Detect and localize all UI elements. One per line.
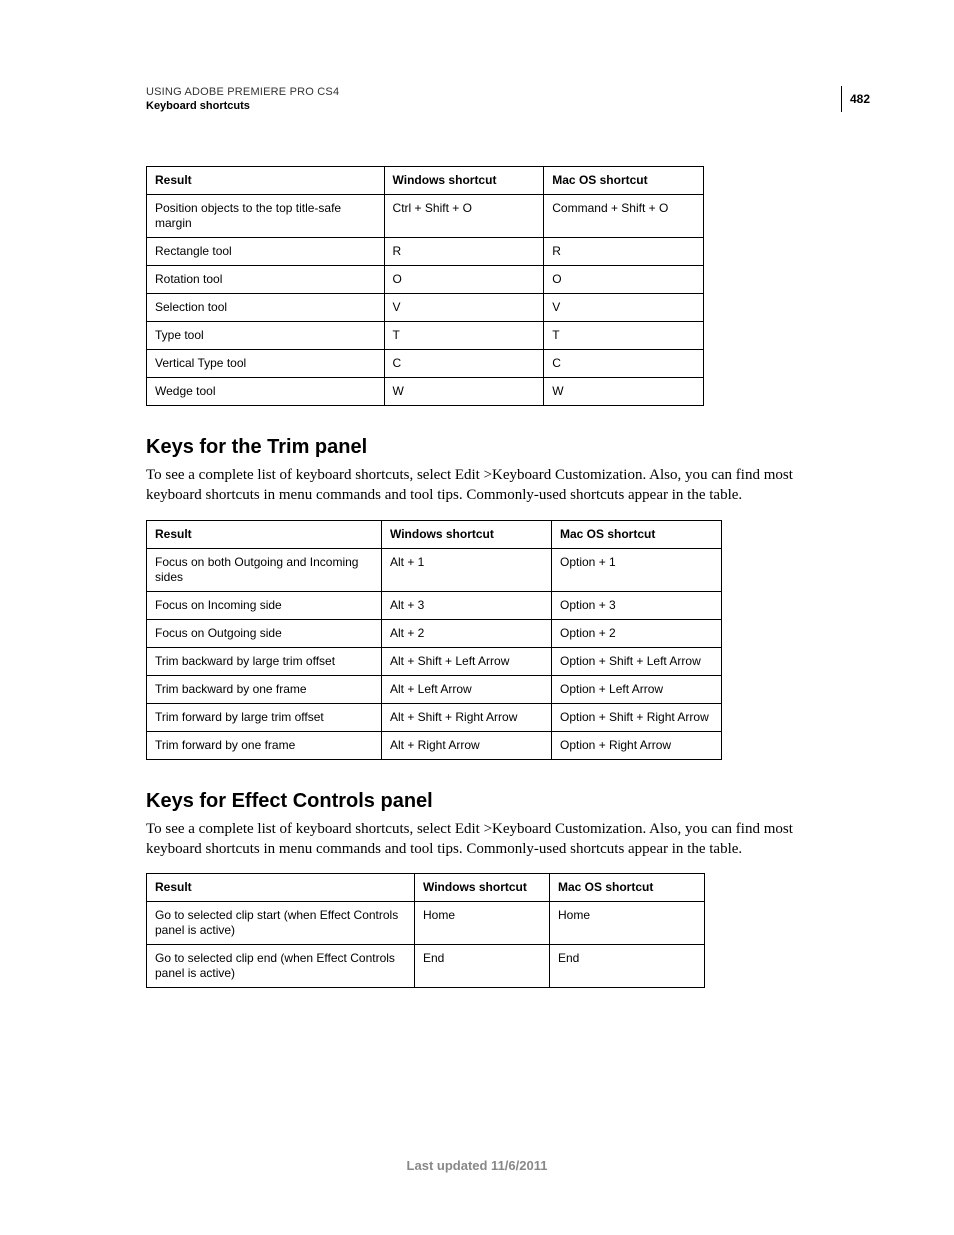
cell-win: Alt + Right Arrow	[382, 731, 552, 759]
cell-mac: V	[544, 294, 704, 322]
cell-result: Trim backward by one frame	[147, 675, 382, 703]
cell-result: Trim backward by large trim offset	[147, 647, 382, 675]
cell-result: Vertical Type tool	[147, 350, 385, 378]
cell-result: Position objects to the top title-safe m…	[147, 195, 385, 238]
cell-win: V	[384, 294, 544, 322]
cell-win: Alt + Shift + Left Arrow	[382, 647, 552, 675]
table-row: Trim forward by large trim offset Alt + …	[147, 703, 722, 731]
cell-mac: Option + 1	[552, 548, 722, 591]
cell-win: Home	[415, 902, 550, 945]
cell-mac: Option + Shift + Left Arrow	[552, 647, 722, 675]
section-intro-trim: To see a complete list of keyboard short…	[146, 465, 836, 506]
cell-win: W	[384, 378, 544, 406]
cell-mac: Command + Shift + O	[544, 195, 704, 238]
table-row: Go to selected clip start (when Effect C…	[147, 902, 705, 945]
col-header-result: Result	[147, 874, 415, 902]
table-row: Position objects to the top title-safe m…	[147, 195, 704, 238]
page-number-rule	[841, 86, 842, 112]
col-header-mac: Mac OS shortcut	[544, 167, 704, 195]
cell-result: Trim forward by large trim offset	[147, 703, 382, 731]
col-header-win: Windows shortcut	[415, 874, 550, 902]
cell-result: Focus on Outgoing side	[147, 619, 382, 647]
cell-win: C	[384, 350, 544, 378]
col-header-win: Windows shortcut	[382, 520, 552, 548]
cell-win: O	[384, 266, 544, 294]
table-header-row: Result Windows shortcut Mac OS shortcut	[147, 167, 704, 195]
cell-win: Ctrl + Shift + O	[384, 195, 544, 238]
cell-result: Go to selected clip end (when Effect Con…	[147, 945, 415, 988]
cell-result: Go to selected clip start (when Effect C…	[147, 902, 415, 945]
table-row: Rectangle tool R R	[147, 238, 704, 266]
table-row: Focus on Incoming side Alt + 3 Option + …	[147, 591, 722, 619]
cell-result: Type tool	[147, 322, 385, 350]
trim-shortcuts-table: Result Windows shortcut Mac OS shortcut …	[146, 520, 722, 760]
table-row: Focus on both Outgoing and Incoming side…	[147, 548, 722, 591]
section-title-trim: Keys for the Trim panel	[146, 436, 870, 459]
page-number-wrap: 482	[841, 86, 870, 112]
cell-mac: W	[544, 378, 704, 406]
table-row: Wedge tool W W	[147, 378, 704, 406]
cell-result: Focus on both Outgoing and Incoming side…	[147, 548, 382, 591]
trim-shortcuts-table-block: Result Windows shortcut Mac OS shortcut …	[146, 520, 870, 760]
section-intro-effect: To see a complete list of keyboard short…	[146, 819, 836, 860]
cell-result: Focus on Incoming side	[147, 591, 382, 619]
cell-win: R	[384, 238, 544, 266]
col-header-mac: Mac OS shortcut	[550, 874, 705, 902]
cell-win: Alt + Left Arrow	[382, 675, 552, 703]
table-header-row: Result Windows shortcut Mac OS shortcut	[147, 520, 722, 548]
effect-shortcuts-table-block: Result Windows shortcut Mac OS shortcut …	[146, 873, 870, 988]
cell-win: Alt + Shift + Right Arrow	[382, 703, 552, 731]
col-header-win: Windows shortcut	[384, 167, 544, 195]
col-header-result: Result	[147, 167, 385, 195]
cell-win: End	[415, 945, 550, 988]
table-header-row: Result Windows shortcut Mac OS shortcut	[147, 874, 705, 902]
titler-shortcuts-table: Result Windows shortcut Mac OS shortcut …	[146, 166, 704, 406]
cell-win: Alt + 3	[382, 591, 552, 619]
cell-mac: T	[544, 322, 704, 350]
cell-result: Rotation tool	[147, 266, 385, 294]
cell-mac: R	[544, 238, 704, 266]
table-row: Vertical Type tool C C	[147, 350, 704, 378]
footer-last-updated: Last updated 11/6/2011	[0, 1158, 954, 1173]
titler-shortcuts-table-block: Result Windows shortcut Mac OS shortcut …	[146, 166, 870, 406]
cell-mac: Option + 2	[552, 619, 722, 647]
page: 482 USING ADOBE PREMIERE PRO CS4 Keyboar…	[0, 0, 954, 1235]
cell-result: Trim forward by one frame	[147, 731, 382, 759]
table-row: Trim backward by large trim offset Alt +…	[147, 647, 722, 675]
col-header-result: Result	[147, 520, 382, 548]
table-row: Trim backward by one frame Alt + Left Ar…	[147, 675, 722, 703]
cell-result: Rectangle tool	[147, 238, 385, 266]
cell-mac: Home	[550, 902, 705, 945]
cell-result: Selection tool	[147, 294, 385, 322]
table-row: Selection tool V V	[147, 294, 704, 322]
cell-mac: O	[544, 266, 704, 294]
cell-result: Wedge tool	[147, 378, 385, 406]
table-row: Type tool T T	[147, 322, 704, 350]
section-title-effect: Keys for Effect Controls panel	[146, 790, 870, 813]
cell-win: Alt + 2	[382, 619, 552, 647]
cell-mac: End	[550, 945, 705, 988]
cell-mac: Option + Left Arrow	[552, 675, 722, 703]
table-row: Trim forward by one frame Alt + Right Ar…	[147, 731, 722, 759]
running-head: USING ADOBE PREMIERE PRO CS4	[146, 86, 870, 98]
cell-mac: Option + Right Arrow	[552, 731, 722, 759]
effect-shortcuts-table: Result Windows shortcut Mac OS shortcut …	[146, 873, 705, 988]
cell-mac: Option + Shift + Right Arrow	[552, 703, 722, 731]
cell-win: T	[384, 322, 544, 350]
cell-mac: C	[544, 350, 704, 378]
cell-win: Alt + 1	[382, 548, 552, 591]
page-number: 482	[850, 92, 870, 106]
table-row: Go to selected clip end (when Effect Con…	[147, 945, 705, 988]
table-row: Rotation tool O O	[147, 266, 704, 294]
col-header-mac: Mac OS shortcut	[552, 520, 722, 548]
running-sub: Keyboard shortcuts	[146, 100, 870, 112]
cell-mac: Option + 3	[552, 591, 722, 619]
table-row: Focus on Outgoing side Alt + 2 Option + …	[147, 619, 722, 647]
